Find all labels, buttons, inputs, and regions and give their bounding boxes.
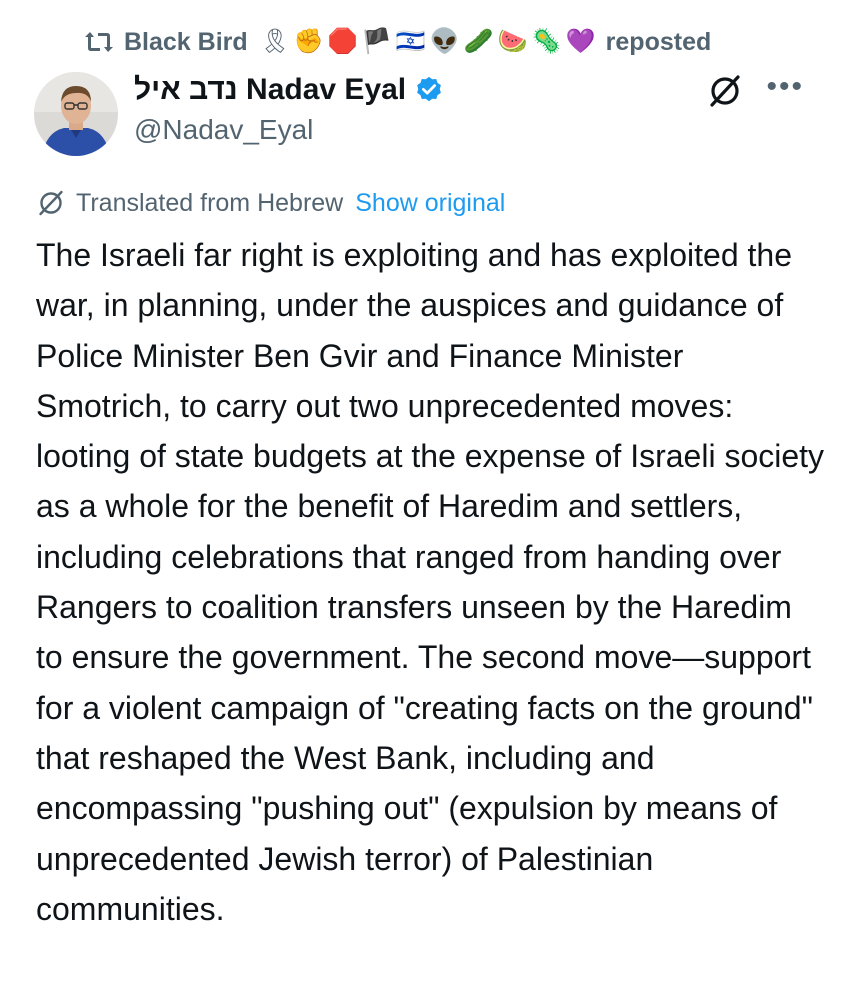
- watermelon-emoji: 🍉: [497, 28, 528, 55]
- translate-icon[interactable]: [706, 72, 744, 110]
- translate-icon: [36, 188, 66, 218]
- repost-header[interactable]: Black Bird 🎗 ✊ 🛑 🏴 🇮🇱 👽 🥒 🍉 🦠 💜 reposted: [84, 22, 711, 62]
- verified-badge-icon: [414, 75, 444, 105]
- repost-icon: [84, 29, 114, 55]
- repost-user-emojis: 🎗 ✊ 🛑 🏴 🇮🇱 👽 🥒 🍉 🦠 💜: [260, 27, 596, 57]
- alien-emoji: 👽: [429, 28, 460, 55]
- raised-fist-emoji: ✊: [293, 28, 324, 55]
- cucumber-emoji: 🥒: [463, 28, 494, 55]
- repost-user-name[interactable]: Black Bird: [124, 28, 248, 57]
- tweet-text: The Israeli far right is exploiting and …: [36, 237, 825, 927]
- tweet-header-actions: •••: [706, 72, 804, 110]
- purple-heart-emoji: 💜: [565, 28, 596, 55]
- reposted-label: reposted: [605, 27, 712, 56]
- ribbon-emoji: 🎗: [259, 28, 291, 55]
- israel-flag-emoji: 🇮🇱: [395, 28, 426, 55]
- author-display-name[interactable]: נדב איל Nadav Eyal: [134, 73, 406, 107]
- author-handle[interactable]: @Nadav_Eyal: [134, 114, 444, 146]
- avatar[interactable]: [34, 72, 118, 156]
- translation-notice: Translated from Hebrew Show original: [36, 188, 505, 218]
- author-info[interactable]: נדב איל Nadav Eyal @Nadav_Eyal: [134, 70, 444, 146]
- show-original-link[interactable]: Show original: [355, 189, 505, 218]
- black-flag-emoji: 🏴: [361, 28, 392, 55]
- stop-sign-emoji: 🛑: [327, 28, 358, 55]
- microbe-emoji: 🦠: [531, 28, 562, 55]
- translation-label: Translated from Hebrew: [76, 188, 344, 217]
- author-name-row[interactable]: נדב איל Nadav Eyal: [134, 70, 444, 110]
- more-options-button[interactable]: •••: [766, 72, 804, 102]
